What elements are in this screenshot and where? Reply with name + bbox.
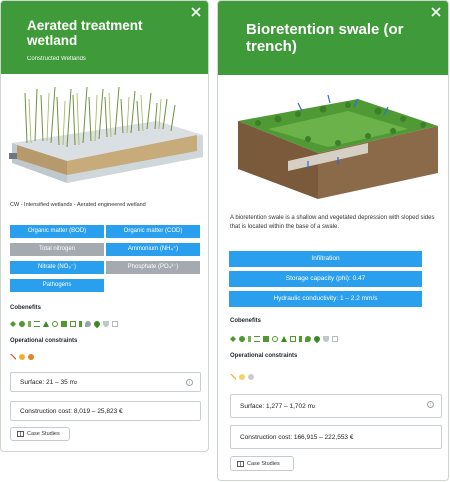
info-icon[interactable]: i bbox=[186, 379, 193, 386]
recycle-icon bbox=[272, 336, 278, 342]
wetland-illustration bbox=[9, 86, 203, 183]
building-icon bbox=[263, 336, 269, 342]
tag-pathogens: Pathogens bbox=[10, 279, 104, 292]
waves-icon bbox=[254, 336, 260, 342]
gear-icon bbox=[28, 354, 34, 360]
tag-nitrate: Nitrate (NO₃⁻) bbox=[10, 261, 104, 274]
card-subtitle: Constructed Wetlands bbox=[27, 55, 86, 62]
surface-value: Surface: 21 – 35 m bbox=[20, 378, 75, 386]
close-icon[interactable] bbox=[190, 6, 202, 18]
bowl-icon bbox=[103, 321, 109, 327]
fire-icon bbox=[305, 336, 311, 342]
tag-hydraulic-conductivity: Hydraulic conductivity: 1 – 2.2 mm/s bbox=[229, 291, 422, 307]
cost-value: Construction cost: 8,019 – 25,823 € bbox=[20, 407, 123, 415]
solution-description: A bioretention swale is a shallow and ve… bbox=[230, 215, 435, 230]
tag-ammonium: Ammonium (NH₄⁺) bbox=[106, 243, 200, 256]
solution-card-aerated-wetland: Aerated treatment wetland Constructed We… bbox=[0, 0, 209, 452]
card-header: Bioretention swale (or trench) bbox=[218, 1, 448, 75]
close-icon[interactable] bbox=[430, 6, 442, 18]
surface-value: Surface: 1,277 – 1,702 m bbox=[240, 402, 313, 410]
tools-icon bbox=[10, 354, 16, 360]
drop-icon bbox=[312, 334, 322, 344]
sun-icon bbox=[19, 354, 25, 360]
gear-icon bbox=[248, 374, 254, 380]
tag-organic-cod: Organic matter (COD) bbox=[106, 225, 200, 238]
leaf-icon bbox=[10, 321, 16, 327]
constraints-icons bbox=[230, 374, 254, 380]
constraints-icons bbox=[10, 354, 34, 360]
fire-icon bbox=[85, 321, 91, 327]
ticket-icon bbox=[332, 336, 338, 342]
tag-storage-capacity: Storage capacity (phi): 0.47 bbox=[229, 271, 422, 287]
cobenefits-heading: Cobenefits bbox=[10, 305, 42, 311]
cobenefits-heading: Cobenefits bbox=[230, 318, 262, 324]
waves-icon bbox=[34, 321, 40, 327]
paw-icon bbox=[239, 336, 245, 342]
cost-field: Construction cost: 8,019 – 25,823 € bbox=[10, 401, 201, 421]
paw-icon bbox=[19, 321, 25, 327]
cost-value: Construction cost: 166,915 – 222,553 € bbox=[240, 433, 354, 441]
surface-field: Surface: 21 – 35 m2 i bbox=[10, 372, 201, 392]
camera-icon bbox=[290, 336, 296, 342]
cobenefits-icons bbox=[230, 334, 338, 344]
cost-field: Construction cost: 166,915 – 222,553 € bbox=[230, 425, 442, 449]
cobenefits-icons bbox=[10, 319, 118, 329]
tree-icon bbox=[281, 336, 287, 342]
info-icon[interactable]: i bbox=[427, 401, 434, 408]
solution-card-bioretention-swale: Bioretention swale (or trench) A biorete… bbox=[217, 0, 449, 481]
sun-icon bbox=[239, 374, 245, 380]
constraints-heading: Operational constraints bbox=[230, 353, 298, 359]
card-title: Aerated treatment wetland bbox=[27, 18, 143, 48]
case-studies-button[interactable]: Case Studies bbox=[230, 456, 294, 471]
tag-total-nitrogen: Total nitrogen bbox=[10, 243, 104, 256]
ticket-icon bbox=[112, 321, 118, 327]
case-studies-button[interactable]: Case Studies bbox=[10, 427, 70, 441]
swale-illustration bbox=[238, 94, 438, 199]
bowl-icon bbox=[323, 336, 329, 342]
tools-icon bbox=[230, 374, 236, 380]
book-icon bbox=[237, 460, 244, 467]
card-title: Bioretention swale (or trench) bbox=[246, 21, 404, 56]
constraints-heading: Operational constraints bbox=[10, 338, 78, 344]
recycle-icon bbox=[52, 321, 58, 327]
solution-caption: CW - Intensified wetlands - Aerated engi… bbox=[10, 202, 146, 208]
surface-field: Surface: 1,277 – 1,702 m2 i bbox=[230, 394, 442, 418]
walker-icon bbox=[299, 336, 302, 342]
thermometer-icon bbox=[28, 321, 31, 327]
tag-phosphate: Phosphate (PO₄³⁻) bbox=[106, 261, 200, 274]
card-header: Aerated treatment wetland Constructed We… bbox=[1, 1, 208, 74]
camera-icon bbox=[70, 321, 76, 327]
building-icon bbox=[61, 321, 67, 327]
tag-infiltration: Infiltration bbox=[229, 251, 422, 267]
leaf-icon bbox=[230, 336, 236, 342]
tag-organic-bod: Organic matter (BOD) bbox=[10, 225, 104, 238]
thermometer-icon bbox=[248, 336, 251, 342]
walker-icon bbox=[79, 321, 82, 327]
book-icon bbox=[17, 431, 24, 437]
tree-icon bbox=[43, 321, 49, 327]
drop-icon bbox=[92, 319, 102, 329]
